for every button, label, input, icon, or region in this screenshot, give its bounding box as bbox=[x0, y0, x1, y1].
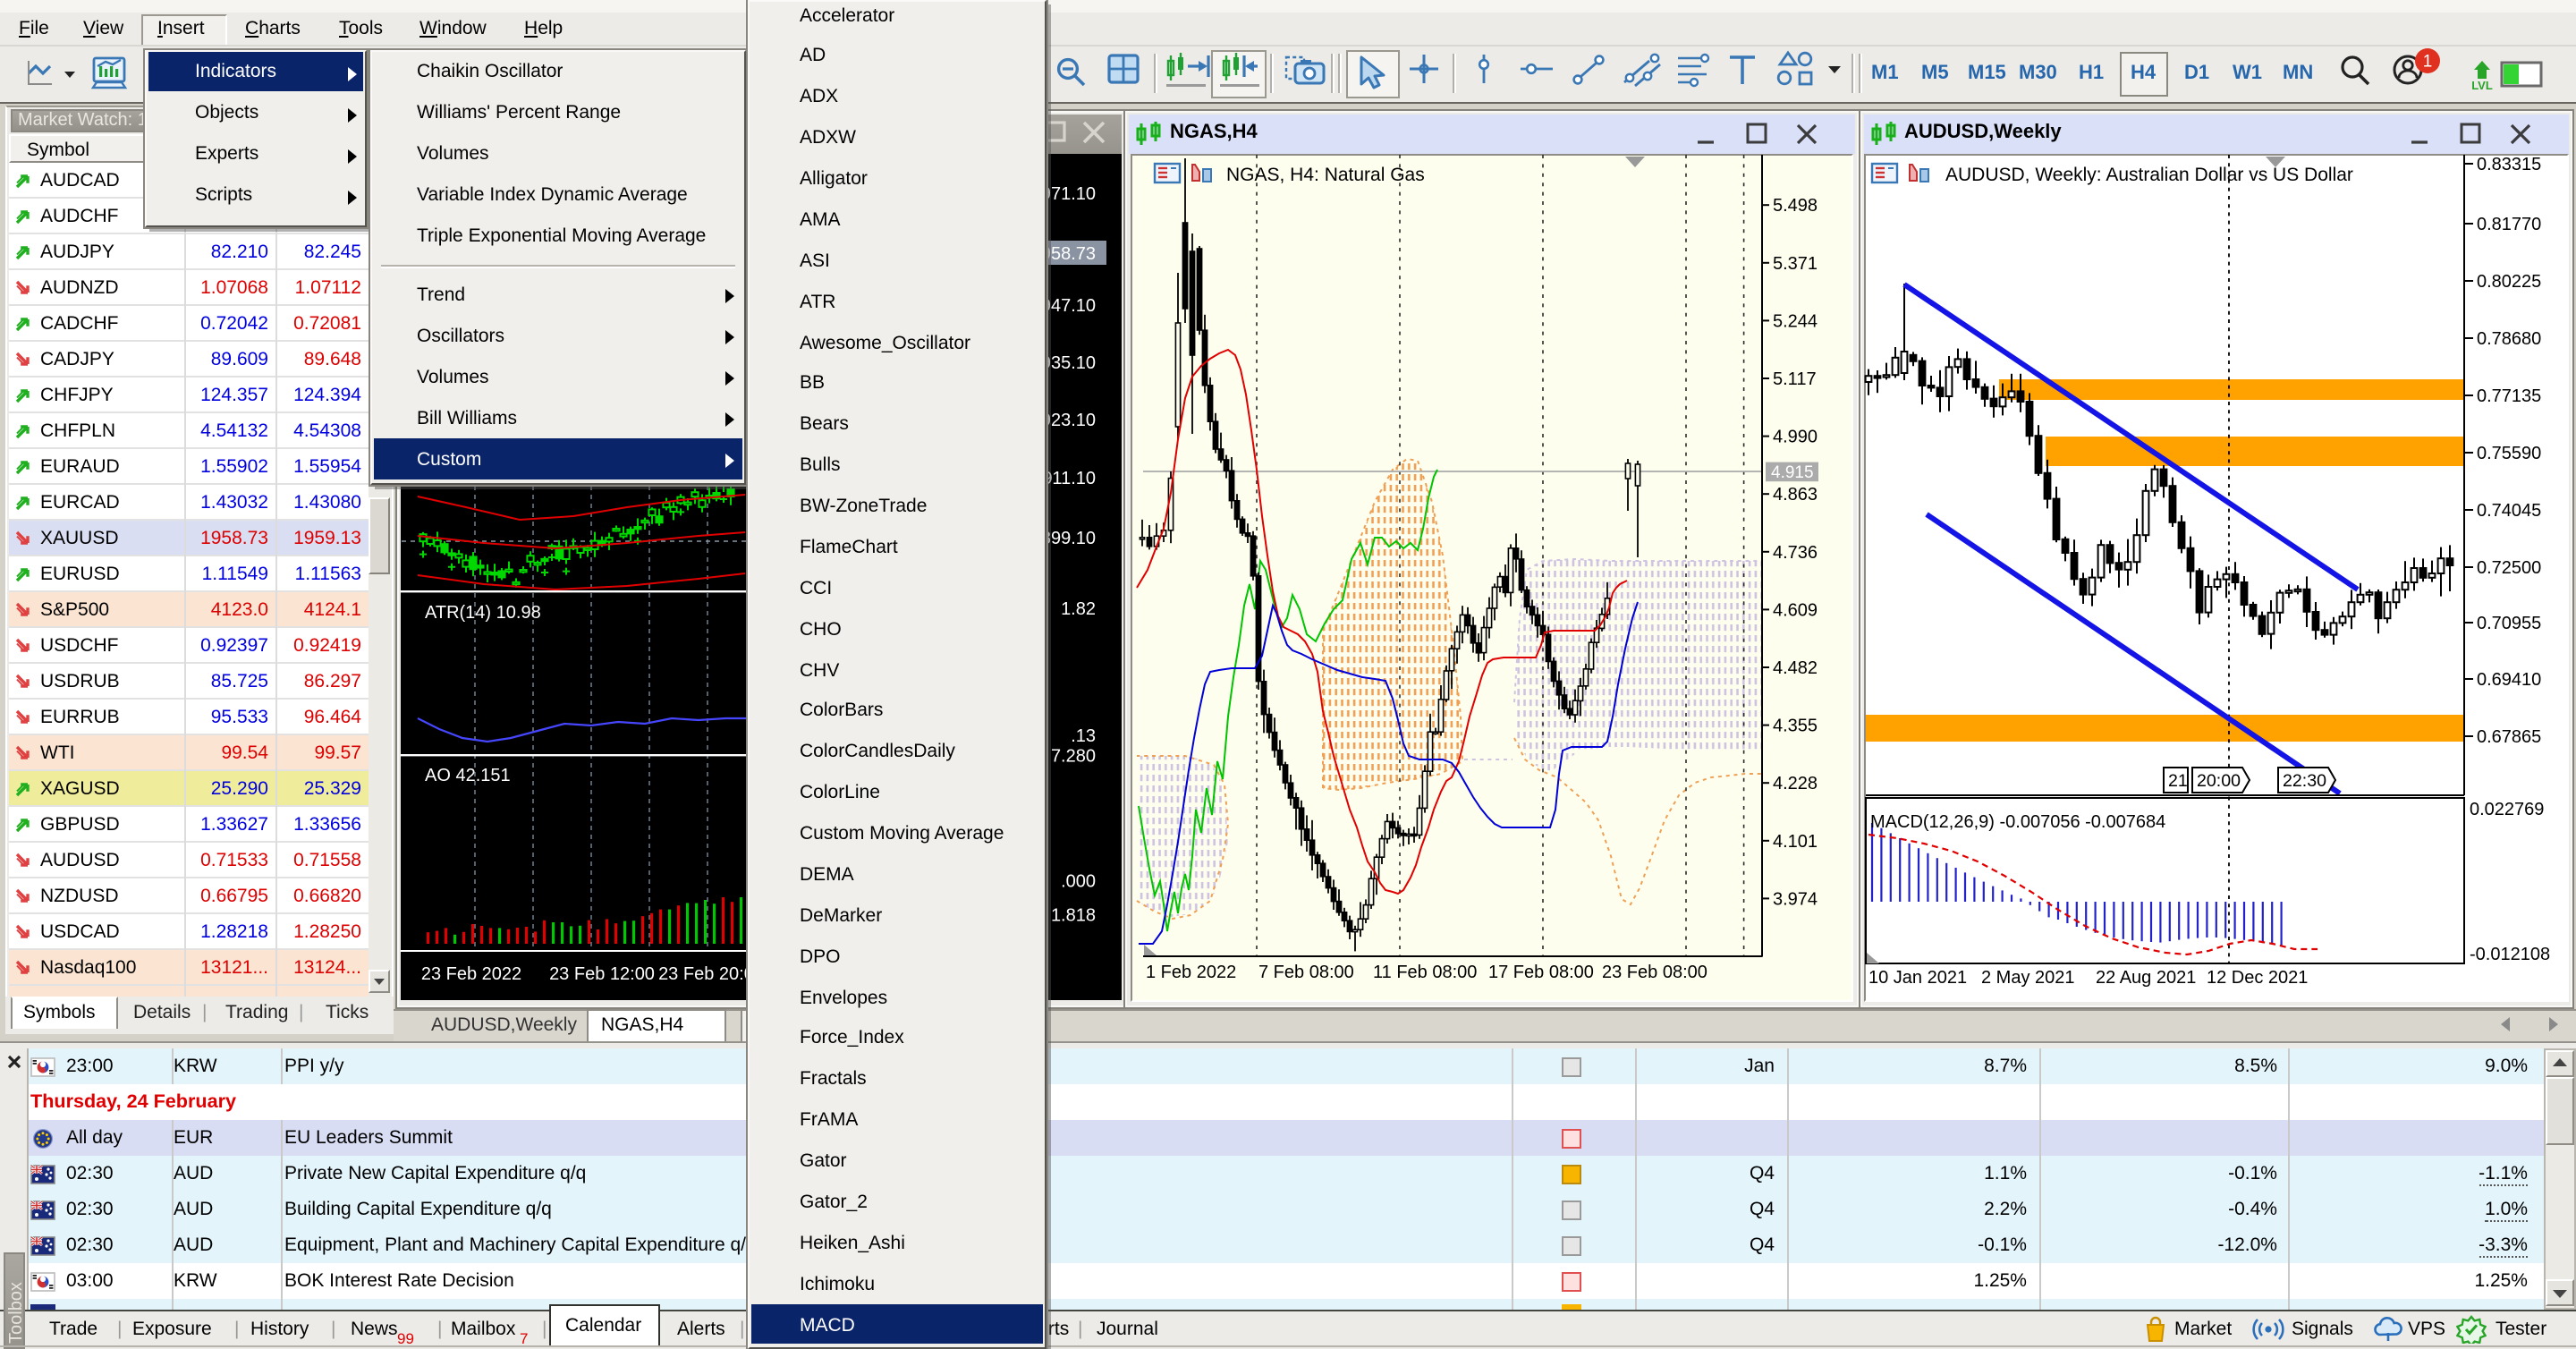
svg-text:911.10: 911.10 bbox=[1041, 468, 1095, 488]
svg-text:MACD(12,26,9) -0.007056 -0.007: MACD(12,26,9) -0.007056 -0.007684 bbox=[1869, 811, 2165, 831]
svg-text:5.117: 5.117 bbox=[1772, 369, 1816, 388]
svg-text:899.10: 899.10 bbox=[1040, 528, 1095, 547]
svg-text:4.355: 4.355 bbox=[1772, 716, 1817, 735]
svg-text:0.74045: 0.74045 bbox=[2476, 500, 2540, 520]
svg-text:0.67865: 0.67865 bbox=[2476, 726, 2540, 746]
svg-text:0.83315: 0.83315 bbox=[2476, 154, 2540, 174]
svg-text:10 Jan 2021: 10 Jan 2021 bbox=[1868, 967, 1966, 987]
svg-text:971.10: 971.10 bbox=[1040, 183, 1095, 203]
svg-text:5.371: 5.371 bbox=[1772, 253, 1817, 273]
svg-text:4.101: 4.101 bbox=[1772, 831, 1817, 851]
svg-text:0.72500: 0.72500 bbox=[2476, 557, 2540, 577]
svg-text:0.78680: 0.78680 bbox=[2476, 328, 2540, 348]
svg-text:12 Dec 2021: 12 Dec 2021 bbox=[2206, 967, 2307, 987]
svg-text:1.818: 1.818 bbox=[1050, 904, 1095, 924]
svg-text:5.498: 5.498 bbox=[1772, 195, 1817, 215]
svg-text:7 Feb 08:00: 7 Feb 08:00 bbox=[1258, 962, 1353, 981]
svg-text:7.280: 7.280 bbox=[1050, 745, 1095, 765]
svg-text:-0.012108: -0.012108 bbox=[2469, 944, 2549, 963]
svg-text:17 Feb 08:00: 17 Feb 08:00 bbox=[1487, 962, 1593, 981]
svg-text:0.69410: 0.69410 bbox=[2476, 669, 2540, 689]
svg-text:0.022769: 0.022769 bbox=[2469, 799, 2543, 819]
svg-text:1.82: 1.82 bbox=[1060, 598, 1095, 618]
svg-text:935.10: 935.10 bbox=[1040, 352, 1095, 372]
svg-text:21: 21 bbox=[2167, 770, 2187, 790]
svg-text:4.736: 4.736 bbox=[1772, 542, 1817, 562]
svg-text:.000: .000 bbox=[1060, 871, 1095, 891]
svg-text:4.228: 4.228 bbox=[1772, 773, 1817, 793]
svg-text:0.75590: 0.75590 bbox=[2476, 443, 2540, 462]
svg-text:5.244: 5.244 bbox=[1772, 310, 1817, 330]
svg-text:3.974: 3.974 bbox=[1772, 888, 1817, 908]
svg-text:23 Feb 12:00: 23 Feb 12:00 bbox=[548, 963, 654, 983]
svg-text:4.609: 4.609 bbox=[1772, 599, 1817, 619]
svg-text:923.10: 923.10 bbox=[1040, 410, 1095, 429]
svg-text:ATR(14) 10.98: ATR(14) 10.98 bbox=[424, 602, 540, 622]
svg-text:23 Feb 08:00: 23 Feb 08:00 bbox=[1601, 962, 1707, 981]
svg-text:958.73: 958.73 bbox=[1040, 243, 1095, 263]
svg-text:1: 1 bbox=[2423, 52, 2433, 71]
svg-text:4.990: 4.990 bbox=[1772, 427, 1817, 446]
svg-text:4.482: 4.482 bbox=[1772, 658, 1817, 677]
svg-text:AUDUSD, Weekly: Australian Do: AUDUSD, Weekly: Australian Dollar vs US … bbox=[1945, 164, 2352, 184]
svg-text:0.70955: 0.70955 bbox=[2476, 613, 2540, 632]
svg-text:4.863: 4.863 bbox=[1772, 484, 1817, 504]
svg-text:AO 42.151: AO 42.151 bbox=[424, 765, 510, 785]
svg-text:11 Feb 08:00: 11 Feb 08:00 bbox=[1372, 962, 1476, 981]
svg-text:0.81770: 0.81770 bbox=[2476, 214, 2540, 233]
svg-text:23 Feb 2022: 23 Feb 2022 bbox=[420, 963, 521, 983]
svg-text:947.10: 947.10 bbox=[1040, 295, 1095, 315]
svg-text:0.80225: 0.80225 bbox=[2476, 271, 2540, 291]
svg-text:22:30: 22:30 bbox=[2282, 770, 2326, 790]
svg-text:4.915: 4.915 bbox=[1770, 462, 1813, 481]
svg-text:1 Feb 2022: 1 Feb 2022 bbox=[1145, 962, 1235, 981]
svg-text:22 Aug 2021: 22 Aug 2021 bbox=[2095, 967, 2195, 987]
svg-text:20:00: 20:00 bbox=[2196, 770, 2240, 790]
svg-text:.13: .13 bbox=[1070, 725, 1095, 745]
svg-text:NGAS, H4: Natural Gas: NGAS, H4: Natural Gas bbox=[1225, 164, 1424, 184]
svg-text:0.77135: 0.77135 bbox=[2476, 386, 2540, 405]
svg-text:LVL: LVL bbox=[2471, 79, 2493, 92]
svg-text:2 May 2021: 2 May 2021 bbox=[1980, 967, 2074, 987]
